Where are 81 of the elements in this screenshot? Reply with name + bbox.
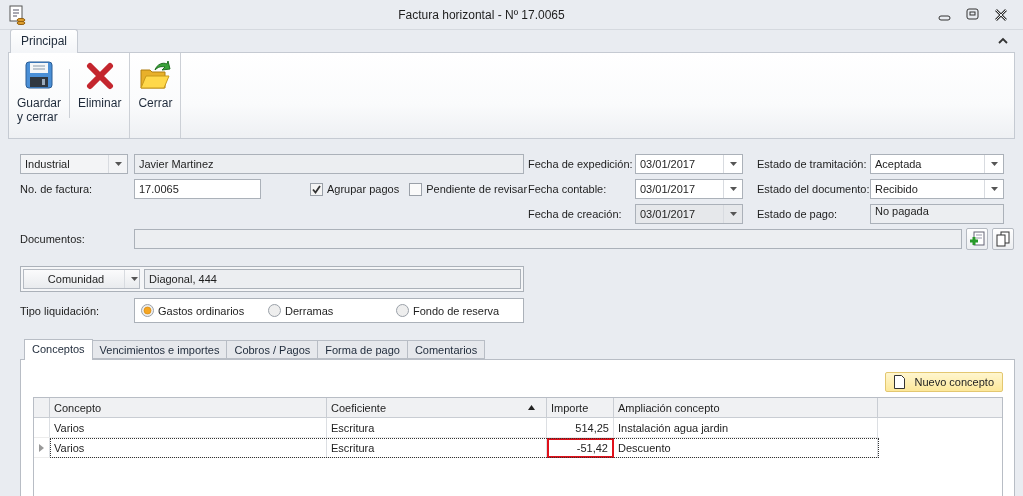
- app-icon: [8, 4, 26, 25]
- dropdown-value: Recibido: [875, 183, 918, 195]
- table-row[interactable]: Varios Escritura -51,42 Descuento: [50, 438, 879, 458]
- status-dropdown[interactable]: Recibido: [870, 179, 1004, 199]
- radio-button[interactable]: [141, 304, 154, 317]
- status-dropdown[interactable]: Aceptada: [870, 154, 1004, 174]
- field-label: Estado de tramitación:: [757, 158, 868, 170]
- dropdown-value: Industrial: [25, 158, 70, 170]
- date-value: 03/01/2017: [640, 183, 696, 195]
- caret-icon: [727, 209, 739, 219]
- maximize-icon[interactable]: [965, 6, 981, 23]
- sort-ascending-icon: [528, 404, 536, 411]
- table-cell: Instalación agua jardin: [614, 418, 878, 438]
- window-title: Factura horizontal - Nº 17.0065: [397, 7, 566, 22]
- caret-icon: [112, 159, 124, 169]
- add-document-button[interactable]: [966, 228, 988, 250]
- new-concept-button[interactable]: Nuevo concepto: [884, 372, 1003, 392]
- checkbox-label: Agrupar pagos: [327, 183, 400, 195]
- field-label: No. de factura:: [20, 183, 94, 195]
- checkbox[interactable]: [310, 182, 323, 196]
- radio-button[interactable]: [268, 304, 281, 317]
- name-field[interactable]: Javier Martinez: [134, 154, 524, 174]
- folder-icon: [139, 60, 172, 90]
- caret-icon: [128, 274, 140, 284]
- close-icon[interactable]: [993, 6, 1009, 23]
- checkbox-label: Pendiente de revisar: [426, 183, 528, 195]
- date-field[interactable]: 03/01/2017: [635, 179, 743, 199]
- field-label: Fecha de creación:: [528, 208, 623, 220]
- caret-icon: [988, 159, 1000, 169]
- caret-icon: [727, 159, 739, 169]
- type-dropdown[interactable]: Industrial: [20, 154, 128, 174]
- field-label: Tipo liquidación:: [20, 304, 101, 317]
- table-cell: 514,25: [547, 418, 614, 438]
- field-label: Fecha contable:: [528, 183, 608, 195]
- tab[interactable]: Cobros / Pagos: [227, 340, 319, 359]
- ribbon-button[interactable]: Eliminar: [74, 57, 126, 138]
- documents-field[interactable]: [134, 229, 962, 249]
- tab[interactable]: Comentarios: [407, 340, 486, 359]
- tab[interactable]: Conceptos: [24, 339, 93, 360]
- save-icon: [23, 60, 55, 90]
- table-cell: Escritura: [327, 438, 547, 458]
- date-value: 03/01/2017: [640, 158, 696, 170]
- field-label: Fecha de expedición:: [528, 158, 634, 170]
- field-label: Estado del documento:: [757, 183, 870, 195]
- column-header[interactable]: Importe: [547, 398, 614, 417]
- ribbon-button[interactable]: Guardar y cerrar: [13, 57, 66, 138]
- checkbox[interactable]: [409, 182, 423, 196]
- column-header[interactable]: Coeficiente: [327, 398, 547, 417]
- radio-label: Gastos ordinarios: [158, 304, 245, 317]
- community-button[interactable]: Comunidad: [23, 269, 140, 289]
- ribbon-button[interactable]: Cerrar: [134, 57, 177, 138]
- table-row[interactable]: Varios Escritura 514,25 Instalación agua jardin: [50, 418, 879, 438]
- copy-button[interactable]: [992, 228, 1014, 250]
- document-add-icon: [969, 231, 985, 247]
- invoice-number-field[interactable]: 17.0065: [134, 179, 261, 199]
- copy-icon: [995, 231, 1011, 247]
- date-value: 03/01/2017: [640, 208, 696, 220]
- radio-label: Fondo de reserva: [413, 304, 500, 317]
- status-field: No pagada: [870, 204, 1004, 224]
- document-icon: [893, 375, 905, 389]
- field-label: Estado de pago:: [757, 208, 839, 220]
- dropdown-value: Aceptada: [875, 158, 922, 170]
- ribbon-tab[interactable]: Principal: [10, 29, 79, 53]
- tab[interactable]: Vencimientos e importes: [92, 340, 228, 359]
- radio-label: Derramas: [285, 304, 334, 317]
- caret-icon: [988, 184, 1000, 194]
- field-label: Documentos:: [20, 233, 86, 245]
- table-cell: -51,42: [547, 438, 614, 458]
- table-cell: Varios: [50, 438, 327, 458]
- row-pointer-icon: [39, 443, 44, 452]
- radio-button[interactable]: [396, 304, 409, 317]
- table-cell: Varios: [50, 418, 327, 438]
- column-header[interactable]: Ampliación concepto: [614, 398, 878, 417]
- caret-icon: [727, 184, 739, 194]
- table-cell: Escritura: [327, 418, 547, 438]
- table-cell: Descuento: [614, 438, 878, 458]
- community-field[interactable]: Diagonal, 444: [144, 269, 521, 289]
- column-header[interactable]: Concepto: [50, 398, 327, 417]
- date-field[interactable]: 03/01/2017: [635, 154, 743, 174]
- collapse-ribbon-icon[interactable]: [997, 36, 1009, 46]
- tab[interactable]: Forma de pago: [318, 340, 408, 359]
